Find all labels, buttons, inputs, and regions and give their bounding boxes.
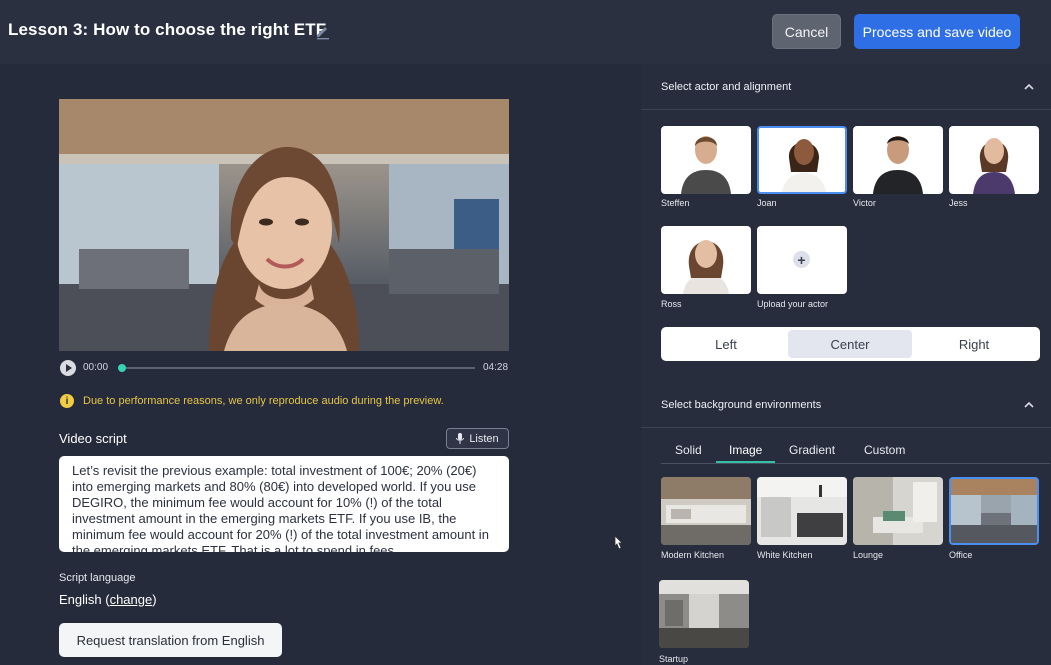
upload-actor-card[interactable]: + bbox=[757, 226, 847, 294]
chevron-up-icon[interactable] bbox=[1024, 400, 1034, 410]
video-script-label: Video script bbox=[59, 431, 127, 446]
actor-name-steffen: Steffen bbox=[661, 198, 690, 208]
change-language-link[interactable]: change bbox=[110, 592, 153, 607]
actor-jess-image bbox=[973, 138, 1015, 194]
white-kitchen-image bbox=[757, 477, 847, 545]
actor-name-jess: Jess bbox=[949, 198, 968, 208]
pencil-edit-icon[interactable] bbox=[314, 22, 332, 40]
actor-name-victor: Victor bbox=[853, 198, 876, 208]
listen-button[interactable]: Listen bbox=[446, 428, 509, 449]
bg-card-white-kitchen[interactable] bbox=[757, 477, 847, 545]
tab-solid[interactable]: Solid bbox=[675, 443, 702, 457]
actor-name-ross: Ross bbox=[661, 299, 682, 309]
actor-card-ross[interactable] bbox=[661, 226, 751, 294]
lounge-image bbox=[853, 477, 943, 545]
top-bar: Lesson 3: How to choose the right ETF Ca… bbox=[0, 0, 1051, 64]
current-time: 00:00 bbox=[83, 362, 109, 373]
progress-track[interactable] bbox=[118, 364, 475, 372]
actor-card-jess[interactable] bbox=[949, 126, 1039, 194]
total-duration: 04:28 bbox=[483, 362, 509, 373]
background-section-title: Select background environments bbox=[661, 399, 822, 411]
bg-card-modern-kitchen[interactable] bbox=[661, 477, 751, 545]
active-tab-indicator bbox=[716, 461, 775, 463]
actor-card-victor[interactable] bbox=[853, 126, 943, 194]
settings-panel: Select actor and alignment Steffen Joan … bbox=[641, 64, 1051, 665]
bg-card-office[interactable] bbox=[949, 477, 1039, 545]
listen-label: Listen bbox=[469, 432, 499, 445]
actor-section-header[interactable]: Select actor and alignment bbox=[641, 64, 1051, 110]
bg-name-startup: Startup bbox=[659, 654, 689, 664]
actor-section-title: Select actor and alignment bbox=[661, 81, 792, 93]
background-section-header[interactable]: Select background environments bbox=[641, 382, 1051, 428]
actor-ross-image bbox=[683, 240, 729, 294]
bg-name-office: Office bbox=[949, 550, 973, 560]
preview-panel: 00:00 04:28 i Due to performance reasons… bbox=[0, 64, 641, 665]
startup-image bbox=[659, 580, 749, 648]
actor-card-joan[interactable] bbox=[757, 126, 847, 194]
tab-custom[interactable]: Custom bbox=[864, 443, 905, 457]
background-tabs: Solid Image Gradient Custom bbox=[661, 438, 1050, 464]
notice-text: Due to performance reasons, we only repr… bbox=[83, 395, 444, 407]
video-preview[interactable] bbox=[59, 99, 509, 351]
performance-notice: i Due to performance reasons, we only re… bbox=[60, 394, 444, 408]
alignment-selector: Left Center Right bbox=[661, 327, 1040, 361]
script-language-value: English (change) bbox=[59, 592, 157, 607]
cancel-button[interactable]: Cancel bbox=[772, 14, 841, 49]
video-frame-image bbox=[59, 99, 509, 351]
modern-kitchen-image bbox=[661, 477, 751, 545]
request-translation-button[interactable]: Request translation from English bbox=[59, 623, 282, 657]
actor-victor-image bbox=[873, 136, 923, 194]
play-icon[interactable] bbox=[60, 360, 76, 376]
align-right-option[interactable]: Right bbox=[912, 330, 1036, 358]
language-name: English ( bbox=[59, 592, 110, 607]
actor-name-joan: Joan bbox=[757, 198, 777, 208]
video-player-controls: 00:00 04:28 bbox=[60, 360, 510, 376]
chevron-up-icon[interactable] bbox=[1024, 82, 1034, 92]
upload-actor-label: Upload your actor bbox=[757, 299, 829, 309]
tab-image[interactable]: Image bbox=[729, 443, 762, 457]
actor-joan-image bbox=[781, 139, 827, 192]
bg-name-white-kitchen: White Kitchen bbox=[757, 550, 813, 560]
language-close-paren: ) bbox=[152, 592, 157, 607]
video-script-textarea[interactable]: Let’s revisit the previous example: tota… bbox=[59, 456, 509, 552]
microphone-icon bbox=[456, 433, 465, 444]
progress-knob[interactable] bbox=[118, 364, 126, 372]
actor-card-steffen[interactable] bbox=[661, 126, 751, 194]
script-language-label: Script language bbox=[59, 572, 136, 584]
bg-name-modern-kitchen: Modern Kitchen bbox=[661, 550, 725, 560]
bg-name-lounge: Lounge bbox=[853, 550, 884, 560]
page-title: Lesson 3: How to choose the right ETF bbox=[8, 20, 327, 39]
mouse-cursor-icon bbox=[614, 535, 623, 550]
tab-gradient[interactable]: Gradient bbox=[789, 443, 835, 457]
bg-card-startup[interactable] bbox=[659, 580, 749, 648]
bg-card-lounge[interactable] bbox=[853, 477, 943, 545]
plus-icon: + bbox=[793, 251, 810, 268]
process-and-save-button[interactable]: Process and save video bbox=[854, 14, 1020, 49]
office-image bbox=[951, 479, 1037, 543]
align-center-option[interactable]: Center bbox=[788, 330, 912, 358]
actor-steffen-image bbox=[681, 136, 731, 194]
info-icon: i bbox=[60, 394, 74, 408]
align-left-option[interactable]: Left bbox=[664, 330, 788, 358]
